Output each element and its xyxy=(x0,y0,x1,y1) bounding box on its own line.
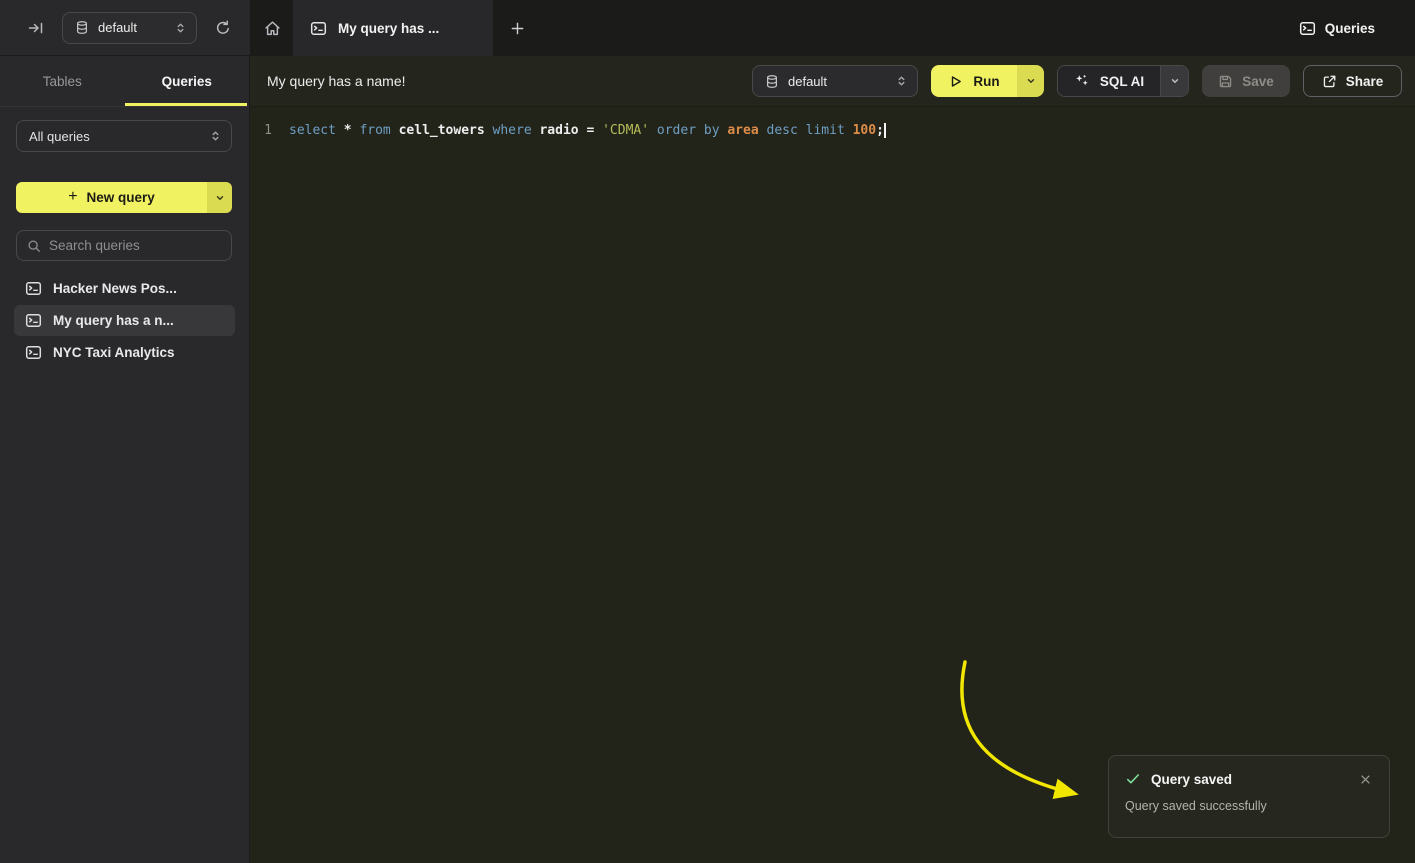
toast-close-button[interactable] xyxy=(1358,772,1373,787)
code-token: from xyxy=(359,123,398,138)
query-toolbar: My query has a name! default xyxy=(250,56,1415,107)
tab-tables[interactable]: Tables xyxy=(0,56,125,106)
query-list-item[interactable]: NYC Taxi Analytics xyxy=(14,337,235,368)
tab-strip: My query has ... Queries xyxy=(250,0,1415,56)
code-token: 'CDMA' xyxy=(602,123,657,138)
plus-icon xyxy=(510,21,525,36)
query-item-label: My query has a n... xyxy=(53,313,174,328)
code-token: ; xyxy=(876,123,884,138)
code-token: where xyxy=(493,123,540,138)
toolbar-database-select[interactable]: default xyxy=(752,65,918,97)
home-icon xyxy=(264,20,281,37)
play-icon xyxy=(948,74,963,89)
search-queries-input[interactable] xyxy=(49,238,221,253)
new-query-dropdown-button[interactable] xyxy=(207,182,232,213)
code-token: select xyxy=(289,123,344,138)
tab-queries[interactable]: Queries xyxy=(125,56,250,106)
database-icon xyxy=(765,74,779,89)
sql-ai-label: SQL AI xyxy=(1100,74,1144,89)
chevron-down-icon xyxy=(1170,76,1180,86)
collapse-sidebar-button[interactable] xyxy=(22,14,50,42)
code-token: area xyxy=(727,123,766,138)
query-item-label: NYC Taxi Analytics xyxy=(53,345,175,360)
code-token: cell_towers xyxy=(399,123,493,138)
sql-ai-split-button: SQL AI xyxy=(1057,65,1189,97)
main-panel: My query has a name! default xyxy=(250,56,1415,863)
query-filter-select-value: All queries xyxy=(29,129,90,144)
query-list: Hacker News Pos... My query has a n... NYC… xyxy=(0,273,249,368)
tab-label: My query has ... xyxy=(338,21,439,36)
new-query-split-button: + New query xyxy=(16,182,232,213)
database-select-value: default xyxy=(98,20,137,35)
run-button[interactable]: Run xyxy=(931,65,1017,97)
terminal-icon xyxy=(25,344,42,361)
terminal-icon xyxy=(25,280,42,297)
queries-indicator-label: Queries xyxy=(1325,21,1375,36)
run-split-button: Run xyxy=(931,65,1044,97)
run-label: Run xyxy=(973,74,999,89)
tab-my-query[interactable]: My query has ... xyxy=(293,0,493,56)
code-line-content: select * from cell_towers where radio = … xyxy=(289,120,886,141)
new-query-button[interactable]: + New query xyxy=(16,182,207,213)
home-button[interactable] xyxy=(258,14,286,42)
refresh-icon xyxy=(215,20,231,36)
terminal-icon xyxy=(1299,20,1316,37)
database-icon xyxy=(75,20,89,35)
toolbar-database-select-value: default xyxy=(788,74,827,89)
search-icon xyxy=(27,239,41,253)
code-line: 1 select * from cell_towers where radio … xyxy=(250,120,1415,141)
toast-notification: Query saved Query saved successfully xyxy=(1108,755,1390,838)
code-token: desc xyxy=(767,123,806,138)
search-queries-box xyxy=(16,230,232,261)
chevron-updown-icon xyxy=(175,22,186,34)
new-query-label: New query xyxy=(87,190,155,205)
code-token: limit xyxy=(806,123,853,138)
database-select[interactable]: default xyxy=(62,12,197,44)
chevron-updown-icon xyxy=(210,130,221,142)
code-token: order by xyxy=(657,123,727,138)
queries-indicator[interactable]: Queries xyxy=(1299,20,1375,37)
save-icon xyxy=(1218,74,1233,89)
sparkles-icon xyxy=(1074,73,1090,89)
chevron-down-icon xyxy=(215,193,225,203)
chevron-down-icon xyxy=(1026,76,1036,86)
code-token: 100 xyxy=(853,123,876,138)
line-number: 1 xyxy=(250,120,272,141)
close-icon xyxy=(1360,774,1371,785)
toast-message: Query saved successfully xyxy=(1125,799,1373,813)
toast-title: Query saved xyxy=(1151,772,1232,787)
plus-icon: + xyxy=(68,188,77,206)
collapse-sidebar-icon xyxy=(28,20,44,36)
code-token: = xyxy=(586,123,602,138)
code-token: * xyxy=(344,123,360,138)
sql-editor[interactable]: 1 select * from cell_towers where radio … xyxy=(250,107,1415,863)
new-tab-button[interactable] xyxy=(503,14,531,42)
terminal-icon xyxy=(310,20,327,37)
share-icon xyxy=(1322,74,1337,89)
save-button[interactable]: Save xyxy=(1202,65,1290,97)
code-token: radio xyxy=(539,123,586,138)
chevron-updown-icon xyxy=(896,75,907,87)
save-label: Save xyxy=(1242,74,1274,89)
refresh-button[interactable] xyxy=(209,14,237,42)
topbar-left: default xyxy=(0,0,250,56)
share-button[interactable]: Share xyxy=(1303,65,1402,97)
sql-ai-dropdown-button[interactable] xyxy=(1160,66,1188,96)
run-dropdown-button[interactable] xyxy=(1017,65,1044,97)
sidebar-tabs: Tables Queries xyxy=(0,56,249,107)
sql-ai-button[interactable]: SQL AI xyxy=(1058,66,1160,96)
sidebar: Tables Queries All queries + New query xyxy=(0,56,250,863)
query-list-item[interactable]: My query has a n... xyxy=(14,305,235,336)
text-cursor xyxy=(884,123,886,138)
share-label: Share xyxy=(1346,74,1384,89)
topbar: default My query has .. xyxy=(0,0,1415,56)
terminal-icon xyxy=(25,312,42,329)
query-filter-select[interactable]: All queries xyxy=(16,120,232,152)
app-window: default My query has .. xyxy=(0,0,1415,863)
check-icon xyxy=(1125,771,1141,787)
query-title: My query has a name! xyxy=(267,73,406,89)
query-item-label: Hacker News Pos... xyxy=(53,281,177,296)
query-list-item[interactable]: Hacker News Pos... xyxy=(14,273,235,304)
